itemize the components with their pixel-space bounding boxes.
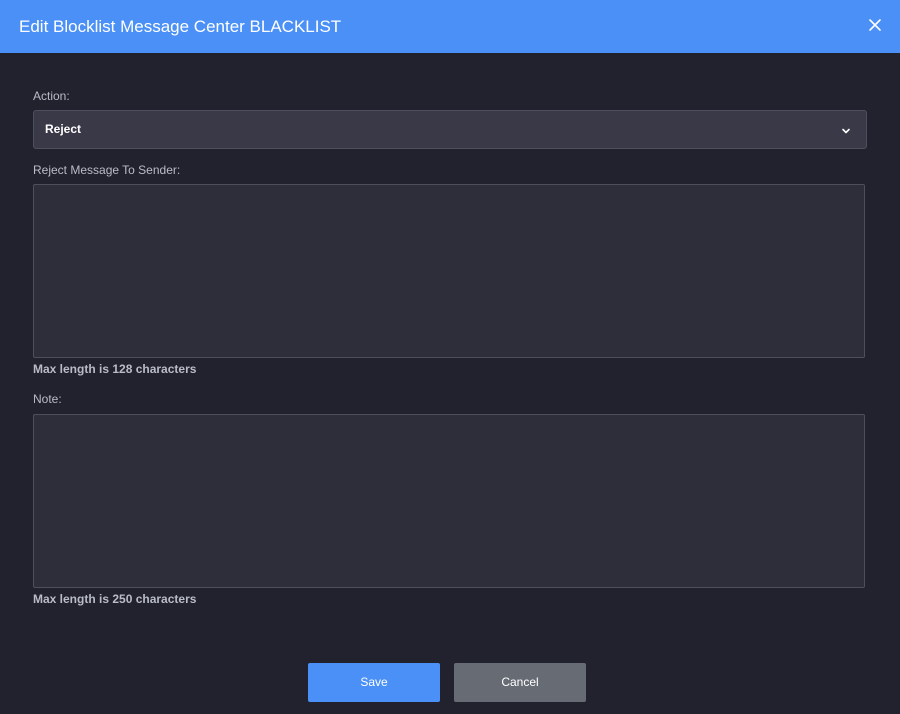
cancel-button[interactable]: Cancel [454, 663, 586, 702]
note-textarea[interactable] [33, 414, 865, 588]
edit-blocklist-dialog: Edit Blocklist Message Center BLACKLIST … [0, 0, 900, 714]
action-select[interactable]: Reject [33, 110, 867, 149]
reject-message-textarea[interactable] [33, 184, 865, 358]
close-icon[interactable] [866, 16, 884, 34]
note-label: Note: [33, 392, 62, 406]
action-selected-value: Reject [45, 122, 82, 136]
chevron-down-icon [840, 124, 852, 136]
dialog-title: Edit Blocklist Message Center BLACKLIST [19, 17, 342, 36]
save-button[interactable]: Save [308, 663, 440, 702]
reject-message-label: Reject Message To Sender: [33, 163, 181, 177]
reject-message-hint: Max length is 128 characters [33, 362, 197, 376]
dialog-header: Edit Blocklist Message Center BLACKLIST [0, 0, 900, 53]
close-icon-glyph [869, 19, 881, 31]
action-label: Action: [33, 89, 70, 103]
note-hint: Max length is 250 characters [33, 592, 197, 606]
